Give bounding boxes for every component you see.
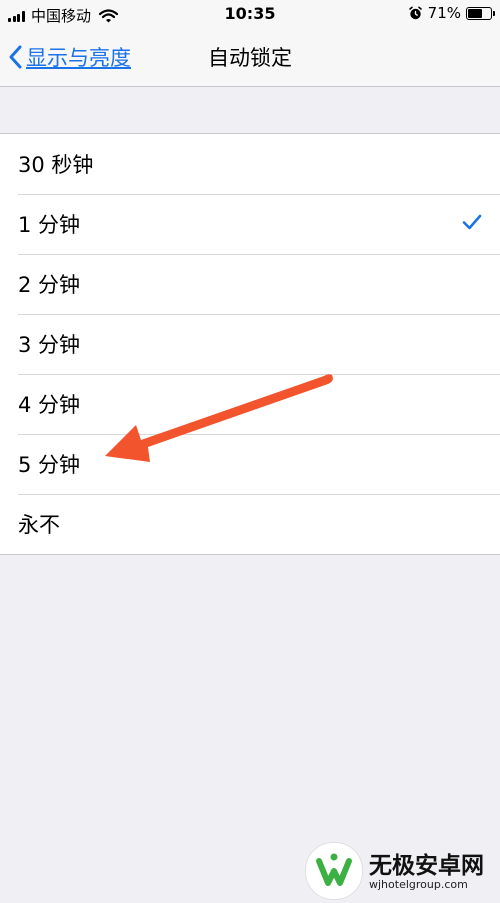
- option-label: 5 分钟: [18, 453, 81, 477]
- option-30-seconds[interactable]: 30 秒钟: [0, 134, 500, 194]
- navigation-bar: 显示与亮度 自动锁定: [0, 28, 500, 87]
- option-label: 2 分钟: [18, 273, 81, 297]
- auto-lock-options-list: 30 秒钟 1 分钟 2 分钟 3 分钟 4 分钟 5 分钟 永不: [0, 133, 500, 555]
- checkmark-icon: [462, 214, 482, 230]
- option-label: 3 分钟: [18, 333, 81, 357]
- alarm-icon: [408, 6, 422, 19]
- page-title: 自动锁定: [208, 46, 292, 70]
- option-4-minutes[interactable]: 4 分钟: [0, 374, 500, 434]
- battery-icon: [466, 6, 495, 20]
- option-3-minutes[interactable]: 3 分钟: [0, 314, 500, 374]
- watermark: 无极安卓网 wjhotelgroup.com: [305, 842, 500, 900]
- watermark-title: 无极安卓网: [369, 853, 484, 879]
- option-label: 4 分钟: [18, 393, 81, 417]
- option-label: 1 分钟: [18, 213, 81, 237]
- status-bar: 中国移动 10:35 71%: [0, 0, 500, 28]
- battery-percent: 71%: [427, 4, 461, 22]
- option-never[interactable]: 永不: [0, 494, 500, 554]
- option-5-minutes[interactable]: 5 分钟: [0, 434, 500, 494]
- status-right: 71%: [408, 4, 495, 22]
- option-label: 30 秒钟: [18, 153, 94, 177]
- option-label: 永不: [18, 513, 60, 537]
- option-1-minute[interactable]: 1 分钟: [0, 194, 500, 254]
- option-2-minutes[interactable]: 2 分钟: [0, 254, 500, 314]
- watermark-logo-icon: [305, 842, 363, 900]
- watermark-url: wjhotelgroup.com: [369, 878, 468, 891]
